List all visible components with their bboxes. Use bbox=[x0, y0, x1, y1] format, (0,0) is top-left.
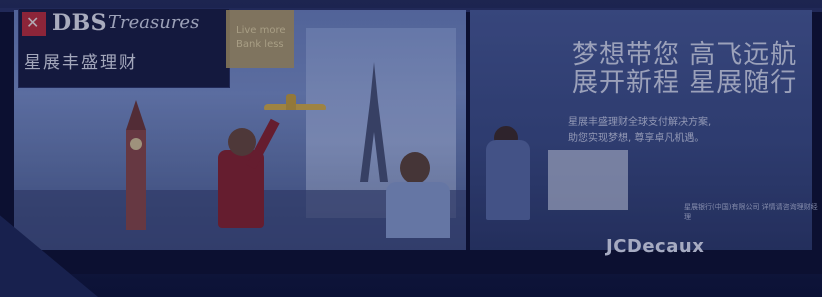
gold-tag-text: Live more Bank less bbox=[236, 25, 286, 50]
dbs-logo-icon bbox=[22, 12, 46, 36]
man-head bbox=[400, 152, 430, 184]
subtext-line-2: 助您实现梦想, 尊享卓凡机遇。 bbox=[568, 133, 705, 144]
woman-figure bbox=[486, 140, 530, 220]
eiffel-tower-icon bbox=[360, 62, 388, 182]
toy-plane-icon bbox=[264, 94, 326, 110]
fine-print: 星展银行(中国)有限公司 详情请咨询理财经理 bbox=[684, 203, 818, 221]
brand-script: Treasures bbox=[108, 12, 200, 33]
brand-cn: 星展丰盛理财 bbox=[24, 53, 138, 73]
subtext-line-1: 星展丰盛理财全球支付解决方案, bbox=[568, 117, 712, 128]
billboard-photo: DBS Treasures 星展丰盛理财 Live more Bank less… bbox=[0, 0, 822, 297]
foreground-shape bbox=[0, 207, 110, 297]
brand-name: DBS bbox=[52, 10, 108, 36]
man-figure bbox=[386, 182, 450, 238]
jcdecaux-logo: JCDecaux bbox=[606, 236, 705, 257]
kitchen-counter bbox=[548, 150, 628, 210]
headline-line-2: 展开新程 星展随行 bbox=[572, 68, 798, 98]
big-ben-icon bbox=[126, 100, 146, 230]
